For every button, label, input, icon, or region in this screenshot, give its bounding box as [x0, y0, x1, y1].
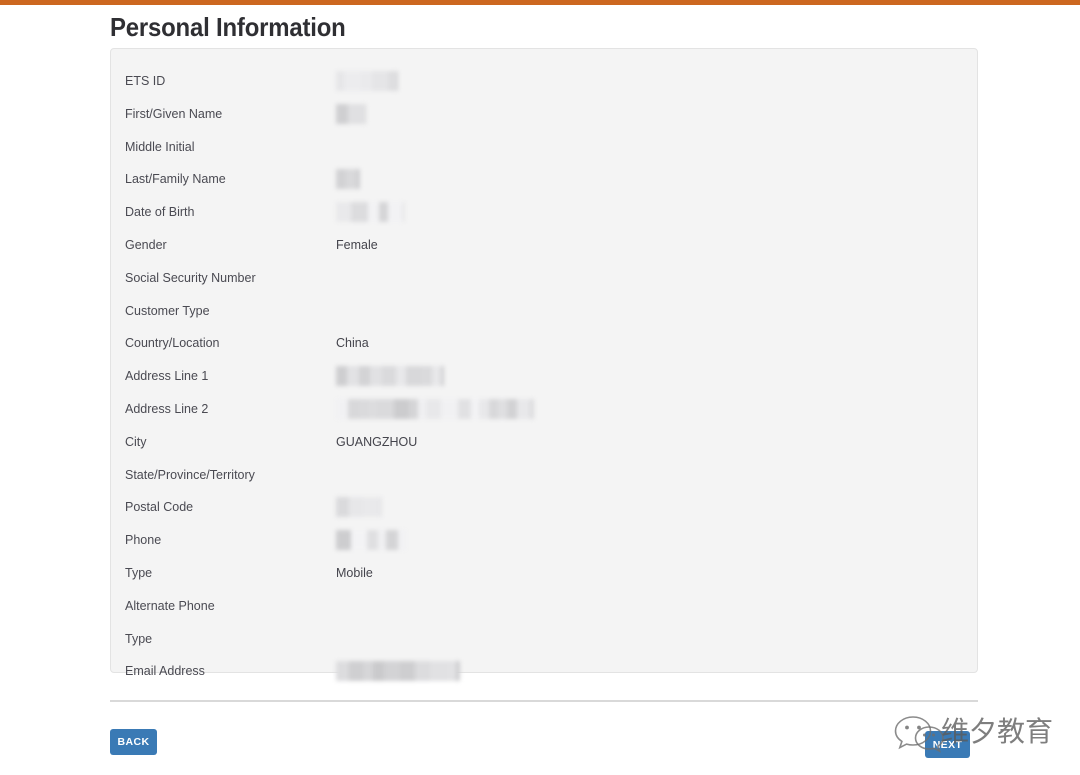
field-value: Mobile [336, 566, 373, 580]
field-label: Postal Code [125, 500, 194, 515]
field-label: Customer Type [125, 303, 210, 318]
redacted-value [336, 366, 444, 387]
field-row: Type [111, 625, 977, 653]
field-row: Address Line 2 [111, 395, 977, 423]
watermark: 维夕教育 [893, 708, 1073, 763]
field-label: Address Line 2 [125, 402, 209, 416]
field-label: Type [125, 566, 153, 580]
redacted-value [336, 71, 398, 91]
field-row: Date of Birth [111, 198, 977, 226]
field-label: ETS ID [125, 74, 166, 88]
field-value: China [336, 336, 369, 351]
field-row: Middle Initial [111, 133, 977, 161]
field-row: Customer Type [111, 297, 977, 325]
redacted-value [336, 103, 366, 124]
page-title: Personal Information [110, 12, 346, 42]
field-value: GUANGZHOU [336, 434, 418, 449]
field-row: Postal Code [111, 493, 977, 521]
field-label: Middle Initial [125, 139, 195, 154]
footer-divider [110, 700, 978, 702]
field-row: Alternate Phone [111, 592, 977, 620]
field-label: Social Security Number [125, 270, 256, 285]
back-button[interactable]: BACK [110, 729, 157, 755]
field-label: State/Province/Territory [125, 467, 255, 482]
redacted-value [336, 661, 460, 682]
field-row: Last/Family Name [111, 165, 977, 193]
redacted-value [336, 530, 406, 551]
field-row: State/Province/Territory [111, 461, 977, 489]
field-label: Country/Location [125, 336, 220, 351]
next-button[interactable]: NEXT [925, 731, 970, 758]
redacted-value [336, 399, 534, 419]
field-row: Social Security Number [111, 264, 977, 292]
field-row: ETS ID [111, 67, 977, 95]
field-label: First/Given Name [125, 106, 223, 121]
field-label: Alternate Phone [125, 598, 215, 613]
field-label: Address Line 1 [125, 369, 209, 384]
field-label: City [125, 434, 147, 449]
field-label: Type [125, 631, 153, 646]
redacted-value [336, 202, 404, 223]
field-label: Gender [125, 238, 167, 252]
field-label: Date of Birth [125, 205, 195, 220]
field-row: First/Given Name [111, 100, 977, 128]
field-row: Email Address [111, 657, 977, 685]
field-row: Type Mobile [111, 559, 977, 587]
field-row: Gender Female [111, 231, 977, 259]
field-row: City GUANGZHOU [111, 428, 977, 456]
field-label: Last/Family Name [125, 172, 226, 187]
personal-information-card: ETS ID First/Given Name Middle Initial Last… [110, 48, 978, 682]
page-container: Personal Information ETS ID First/Given N… [0, 5, 1080, 775]
field-row: Phone [111, 526, 977, 554]
field-row: Address Line 1 [111, 362, 977, 390]
field-label: Phone [125, 533, 162, 548]
redacted-value [336, 497, 382, 518]
redacted-value [336, 169, 360, 190]
field-row: Country/Location China [111, 329, 977, 357]
field-value: Female [336, 238, 378, 252]
field-label: Email Address [125, 664, 205, 679]
